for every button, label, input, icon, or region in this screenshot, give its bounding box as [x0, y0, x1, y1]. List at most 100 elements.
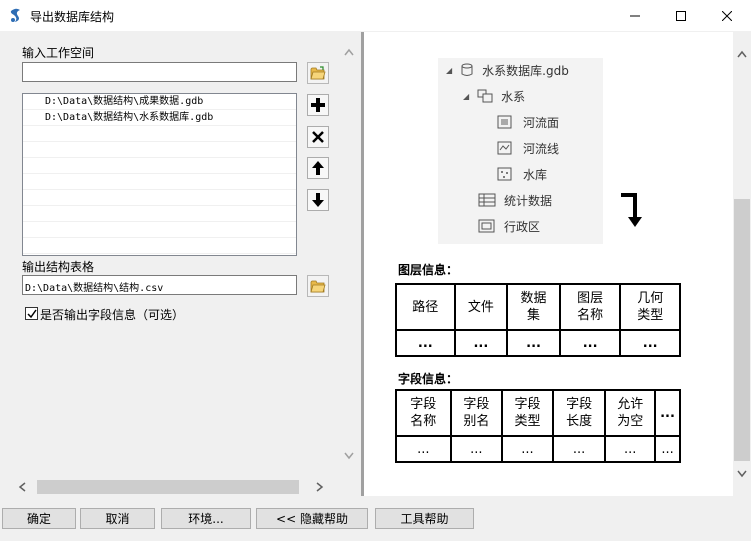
list-item-empty [23, 190, 296, 206]
table-cell: ... [551, 435, 607, 463]
table-cell: ... [558, 329, 622, 357]
tree-item-table: 统计数据 [478, 191, 552, 209]
workspace-list[interactable]: D:\Data\数据结构\成果数据.gdb D:\Data\数据结构\水系数据库… [22, 93, 297, 256]
list-item-empty [23, 174, 296, 190]
chevron-up-icon[interactable] [737, 50, 747, 58]
browse-workspace-button[interactable] [307, 62, 329, 84]
tree-item-point: 水库 [497, 165, 547, 183]
line-feature-icon [497, 141, 512, 155]
list-item-empty [23, 158, 296, 174]
arrow-up-icon [312, 161, 324, 175]
layer-info-table: 路径 文件 数据 集 图层 名称 几何 类型 ... ... ... ... .… [395, 283, 681, 357]
table-cell: ... [619, 329, 681, 357]
left-vertical-scrollbar[interactable] [340, 32, 358, 476]
environments-button[interactable]: 环境... [161, 508, 251, 529]
window-title: 导出数据库结构 [30, 10, 115, 24]
vertical-scroll-thumb[interactable] [734, 199, 750, 461]
browse-output-button[interactable] [307, 275, 329, 297]
chevron-up-icon[interactable] [344, 48, 354, 56]
workspace-input[interactable] [22, 62, 297, 82]
maximize-button[interactable] [658, 0, 704, 31]
field-info-title: 字段信息： [398, 372, 459, 386]
chevron-down-icon[interactable] [737, 470, 747, 478]
tree-item-gdb: ◢ 水系数据库.gdb [446, 63, 569, 78]
move-down-button[interactable] [307, 189, 329, 211]
remove-button[interactable] [307, 126, 329, 148]
turn-down-arrow-icon [621, 193, 642, 227]
left-horizontal-scrollbar[interactable] [0, 477, 340, 497]
workspace-label: 输入工作空间 [22, 46, 95, 60]
checkmark-icon [26, 309, 37, 318]
tool-help-button[interactable]: 工具帮助 [375, 508, 474, 529]
ok-button[interactable]: 确定 [2, 508, 76, 529]
arrow-down-icon [312, 193, 324, 207]
list-item[interactable]: D:\Data\数据结构\水系数据库.gdb [23, 110, 296, 126]
close-button[interactable] [704, 0, 750, 31]
output-fields-label: 是否输出字段信息（可选） [40, 308, 185, 322]
table-header-cell: 字段 别名 [449, 389, 504, 437]
table-header-cell: 字段 类型 [501, 389, 554, 437]
open-folder-icon [310, 66, 326, 80]
raster-icon [478, 219, 495, 233]
open-folder-icon [310, 280, 326, 293]
plus-icon [311, 98, 325, 112]
field-info-table: 字段 名称 字段 别名 字段 类型 字段 长度 允许 为空 ... ... ..… [395, 389, 681, 463]
table-cell: ... [654, 435, 681, 463]
table-header-cell: 数据 集 [506, 283, 561, 331]
help-panel: ◢ 水系数据库.gdb ◢ 水系 河流面 河流线 水库 统计数据 行政区 图层信… [364, 32, 733, 496]
delete-x-icon [312, 131, 324, 143]
feature-dataset-icon [477, 89, 493, 103]
hide-help-button[interactable]: << 隐藏帮助 [256, 508, 368, 529]
layer-info-title: 图层信息： [398, 263, 459, 277]
table-cell: ... [453, 329, 509, 357]
table-header-cell: 图层 名称 [558, 283, 622, 331]
table-cell: ... [506, 329, 561, 357]
table-header-cell: 允许 为空 [604, 389, 657, 437]
move-up-button[interactable] [307, 157, 329, 179]
tree-item-line: 河流线 [497, 139, 559, 157]
tree-item-polygon: 河流面 [497, 113, 559, 131]
table-header-cell: ... [654, 389, 681, 437]
table-header-cell: 字段 名称 [395, 389, 452, 437]
list-item-empty [23, 238, 296, 254]
table-header-cell: 几何 类型 [619, 283, 681, 331]
table-icon [478, 193, 496, 207]
output-fields-checkbox[interactable] [25, 307, 38, 320]
horizontal-scroll-thumb[interactable] [37, 480, 299, 494]
minimize-icon [630, 15, 640, 16]
polygon-feature-icon [497, 115, 512, 129]
tree-item-dataset: ◢ 水系 [463, 89, 526, 104]
tree-illustration: ◢ 水系数据库.gdb ◢ 水系 河流面 河流线 水库 统计数据 行政区 [438, 58, 603, 244]
app-icon [10, 8, 20, 22]
list-item-empty [23, 126, 296, 142]
table-header-cell: 字段 长度 [551, 389, 607, 437]
chevron-left-icon[interactable] [18, 482, 26, 492]
table-cell: ... [501, 435, 554, 463]
list-item[interactable]: D:\Data\数据结构\成果数据.gdb [23, 94, 296, 110]
output-path-input[interactable]: D:\Data\数据结构\结构.csv [22, 275, 297, 295]
maximize-icon [676, 10, 686, 21]
help-vertical-scrollbar[interactable] [733, 32, 751, 496]
tree-item-raster: 行政区 [478, 217, 540, 235]
title-bar: 导出数据库结构 [0, 0, 751, 31]
table-cell: ... [449, 435, 504, 463]
caret-down-icon: ◢ [446, 65, 453, 75]
table-cell: ... [395, 329, 456, 357]
table-cell: ... [395, 435, 452, 463]
table-header-cell: 文件 [453, 283, 509, 331]
list-item-empty [23, 142, 296, 158]
list-item-empty [23, 222, 296, 238]
table-cell: ... [604, 435, 657, 463]
output-label: 输出结构表格 [22, 260, 95, 274]
cancel-button[interactable]: 取消 [80, 508, 155, 529]
caret-down-icon: ◢ [463, 91, 470, 101]
minimize-button[interactable] [612, 0, 658, 31]
table-header-cell: 路径 [395, 283, 456, 331]
point-feature-icon [497, 167, 512, 181]
chevron-down-icon[interactable] [344, 452, 354, 460]
close-icon [722, 10, 732, 21]
list-item-empty [23, 206, 296, 222]
chevron-right-icon[interactable] [316, 482, 324, 492]
add-button[interactable] [307, 94, 329, 116]
database-icon [461, 63, 473, 76]
